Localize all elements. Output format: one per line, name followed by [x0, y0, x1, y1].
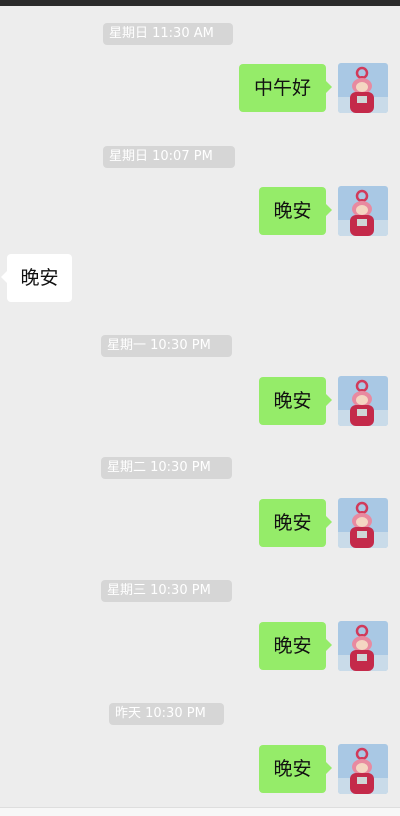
sent-message-bubble[interactable]: 晚安	[259, 499, 332, 547]
user-avatar[interactable]	[338, 498, 388, 548]
chat-timestamp: 星期日 10:07 PM	[103, 146, 235, 168]
user-avatar[interactable]	[338, 186, 388, 236]
user-avatar[interactable]	[338, 621, 388, 671]
sent-message-bubble[interactable]: 晚安	[259, 745, 332, 793]
teletubby-avatar-icon	[338, 63, 388, 113]
sent-message-bubble[interactable]: 中午好	[239, 64, 332, 112]
teletubby-avatar-icon	[338, 186, 388, 236]
teletubby-avatar-icon	[338, 744, 388, 794]
received-message-bubble[interactable]: 晚安	[1, 254, 72, 302]
teletubby-avatar-icon	[338, 498, 388, 548]
sent-message-bubble[interactable]: 晚安	[259, 622, 332, 670]
input-bar-edge	[0, 807, 400, 816]
teletubby-avatar-icon	[338, 376, 388, 426]
teletubby-avatar-icon	[338, 621, 388, 671]
status-bar-strip	[0, 0, 400, 6]
chat-timestamp: 昨天 10:30 PM	[109, 703, 224, 725]
user-avatar[interactable]	[338, 376, 388, 426]
user-avatar[interactable]	[338, 63, 388, 113]
chat-timestamp: 星期日 11:30 AM	[103, 23, 233, 45]
chat-timestamp: 星期一 10:30 PM	[101, 335, 232, 357]
chat-timestamp: 星期二 10:30 PM	[101, 457, 232, 479]
chat-timestamp: 星期三 10:30 PM	[101, 580, 232, 602]
sent-message-bubble[interactable]: 晚安	[259, 187, 332, 235]
user-avatar[interactable]	[338, 744, 388, 794]
sent-message-bubble[interactable]: 晚安	[259, 377, 332, 425]
